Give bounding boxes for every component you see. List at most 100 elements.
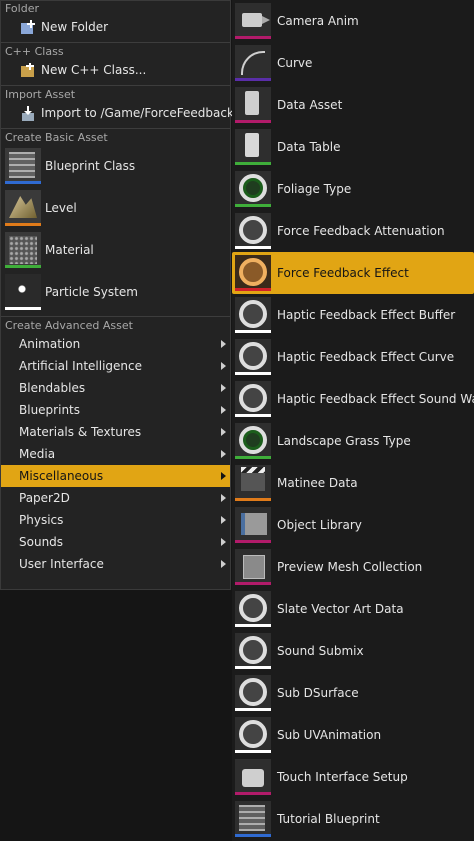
- menu-item-tutorial-blueprint[interactable]: Tutorial Blueprint: [232, 798, 474, 840]
- blueprint-icon: [5, 148, 41, 184]
- chevron-right-icon: [221, 384, 226, 392]
- new-folder-item[interactable]: New Folder: [1, 16, 230, 39]
- foliage-icon: [235, 171, 271, 207]
- submenu-label: Media: [19, 447, 56, 461]
- ring-icon: [235, 633, 271, 669]
- menu-item-matinee-data[interactable]: Matinee Data: [232, 462, 474, 504]
- import-label: Import to /Game/ForceFeedback...: [41, 106, 246, 120]
- submenu-media[interactable]: Media: [1, 443, 230, 465]
- import-item[interactable]: Import to /Game/ForceFeedback...: [1, 102, 245, 125]
- particle-icon: [5, 274, 41, 310]
- menu-item-haptic-feedback-effect-buffer[interactable]: Haptic Feedback Effect Buffer: [232, 294, 474, 336]
- submenu-label: User Interface: [19, 557, 104, 571]
- menu-item-label: Data Table: [277, 140, 341, 154]
- submenu-label: Physics: [19, 513, 64, 527]
- submenu-animation[interactable]: Animation: [1, 333, 230, 355]
- misc-submenu: Camera Anim Curve Data Asset Data Table …: [232, 0, 474, 841]
- new-cpp-class-item[interactable]: New C++ Class...: [1, 59, 230, 82]
- ring-icon: [235, 297, 271, 333]
- submenu-user-interface[interactable]: User Interface: [1, 553, 230, 575]
- curve-icon: [235, 45, 271, 81]
- menu-item-sound-submix[interactable]: Sound Submix: [232, 630, 474, 672]
- menu-item-sub-uvanimation[interactable]: Sub UVAnimation: [232, 714, 474, 756]
- menu-item-preview-mesh-collection[interactable]: Preview Mesh Collection: [232, 546, 474, 588]
- menu-item-camera-anim[interactable]: Camera Anim: [232, 0, 474, 42]
- chevron-right-icon: [221, 428, 226, 436]
- force-feedback-icon: [235, 255, 271, 291]
- menu-item-force-feedback-attenuation[interactable]: Force Feedback Attenuation: [232, 210, 474, 252]
- menu-item-label: Object Library: [277, 518, 362, 532]
- chevron-right-icon: [221, 516, 226, 524]
- menu-item-label: Sound Submix: [277, 644, 364, 658]
- new-folder-icon: [19, 19, 37, 37]
- import-icon: [19, 105, 37, 123]
- menu-item-label: Camera Anim: [277, 14, 359, 28]
- menu-item-sub-dsurface[interactable]: Sub DSurface: [232, 672, 474, 714]
- menu-item-slate-vector-art-data[interactable]: Slate Vector Art Data: [232, 588, 474, 630]
- submenu-label: Materials & Textures: [19, 425, 142, 439]
- menu-item-label: Sub DSurface: [277, 686, 359, 700]
- chevron-right-icon: [221, 494, 226, 502]
- menu-item-label: Force Feedback Attenuation: [277, 224, 445, 238]
- preview-mesh-icon: [235, 549, 271, 585]
- submenu-sounds[interactable]: Sounds: [1, 531, 230, 553]
- submenu-artificial-intelligence[interactable]: Artificial Intelligence: [1, 355, 230, 377]
- chevron-right-icon: [221, 472, 226, 480]
- menu-item-label: Matinee Data: [277, 476, 358, 490]
- blueprint-icon: [235, 801, 271, 837]
- section-header-basic: Create Basic Asset: [5, 131, 108, 144]
- ring-icon: [235, 717, 271, 753]
- particle-system-item[interactable]: Particle System: [1, 271, 230, 313]
- blueprint-class-item[interactable]: Blueprint Class: [1, 145, 230, 187]
- menu-item-label: Haptic Feedback Effect Curve: [277, 350, 455, 364]
- submenu-label: Animation: [19, 337, 81, 351]
- menu-item-label: Slate Vector Art Data: [277, 602, 404, 616]
- menu-item-landscape-grass-type[interactable]: Landscape Grass Type: [232, 420, 474, 462]
- menu-item-object-library[interactable]: Object Library: [232, 504, 474, 546]
- section-header-folder: Folder: [5, 2, 39, 15]
- separator: [1, 42, 230, 43]
- submenu-blueprints[interactable]: Blueprints: [1, 399, 230, 421]
- menu-item-curve[interactable]: Curve: [232, 42, 474, 84]
- menu-item-foliage-type[interactable]: Foliage Type: [232, 168, 474, 210]
- chevron-right-icon: [221, 560, 226, 568]
- level-item[interactable]: Level: [1, 187, 230, 229]
- material-item[interactable]: Material: [1, 229, 230, 271]
- menu-item-haptic-feedback-effect-curve[interactable]: Haptic Feedback Effect Curve: [232, 336, 474, 378]
- level-label: Level: [45, 201, 77, 215]
- menu-item-touch-interface-setup[interactable]: Touch Interface Setup: [232, 756, 474, 798]
- chevron-right-icon: [221, 450, 226, 458]
- menu-item-label: Curve: [277, 56, 313, 70]
- submenu-paper2d[interactable]: Paper2D: [1, 487, 230, 509]
- menu-item-haptic-feedback-effect-sound-wave[interactable]: Haptic Feedback Effect Sound Wave: [232, 378, 474, 420]
- level-icon: [5, 190, 41, 226]
- submenu-blendables[interactable]: Blendables: [1, 377, 230, 399]
- menu-item-label: Data Asset: [277, 98, 343, 112]
- object-library-icon: [235, 507, 271, 543]
- submenu-label: Blueprints: [19, 403, 81, 417]
- ring-icon: [235, 591, 271, 627]
- chevron-right-icon: [221, 340, 226, 348]
- submenu-physics[interactable]: Physics: [1, 509, 230, 531]
- data-asset-icon: [235, 87, 271, 123]
- new-folder-label: New Folder: [41, 20, 109, 34]
- submenu-miscellaneous[interactable]: Miscellaneous: [1, 465, 230, 487]
- menu-item-force-feedback-effect[interactable]: Force Feedback Effect: [232, 252, 474, 294]
- submenu-label: Miscellaneous: [19, 469, 104, 483]
- ring-icon: [235, 381, 271, 417]
- menu-item-label: Sub UVAnimation: [277, 728, 382, 742]
- chevron-right-icon: [221, 538, 226, 546]
- submenu-label: Blendables: [19, 381, 86, 395]
- ring-icon: [235, 213, 271, 249]
- section-header-cpp: C++ Class: [5, 45, 64, 58]
- separator: [1, 316, 230, 317]
- submenu-materials-textures[interactable]: Materials & Textures: [1, 421, 230, 443]
- material-label: Material: [45, 243, 94, 257]
- data-table-icon: [235, 129, 271, 165]
- menu-item-label: Tutorial Blueprint: [277, 812, 380, 826]
- menu-item-data-table[interactable]: Data Table: [232, 126, 474, 168]
- menu-item-data-asset[interactable]: Data Asset: [232, 84, 474, 126]
- section-header-import: Import Asset: [5, 88, 76, 101]
- material-icon: [5, 232, 41, 268]
- menu-item-label: Haptic Feedback Effect Sound Wave: [277, 392, 474, 406]
